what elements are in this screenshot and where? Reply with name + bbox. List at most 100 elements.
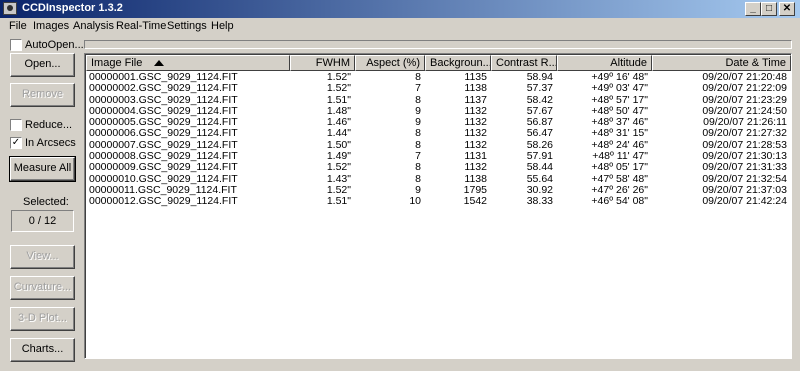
cell-altitude: +48º 50' 47" [591,105,648,117]
cell-contrast: 58.94 [526,72,553,83]
cell-image-file: 00000007.GSC_9029_1124.FIT [89,139,238,151]
cell-fwhm: 1.52" [326,83,351,95]
cell-image-file: 00000011.GSC_9029_1124.FIT [89,184,237,196]
cell-altitude: +48º 57' 17" [591,94,648,106]
cell-aspect: 8 [415,72,421,83]
table-row[interactable]: 00000009.GSC_9029_1124.FIT 1.52" 8 1132 58.4… [86,162,791,173]
curvature-button[interactable]: Curvature... [10,276,75,300]
cell-background: 1131 [464,151,487,163]
cell-contrast: 56.47 [526,128,553,140]
cell-image-file: 00000004.GSC_9029_1124.FIT [89,105,238,117]
cell-contrast: 58.44 [526,162,553,174]
cell-altitude: +48º 31' 15" [591,128,648,140]
menu-images[interactable]: Images [33,20,69,32]
cell-contrast: 57.67 [526,105,553,117]
remove-button[interactable]: Remove [10,83,75,107]
charts-button[interactable]: Charts... [10,338,75,362]
app-window: CCDInspector 1.3.2 _ □ ✕ File Images Ana… [0,0,800,371]
cell-date-time: 09/20/07 21:37:03 [702,184,787,196]
cell-fwhm: 1.44" [326,128,351,140]
column-header-aspect[interactable]: Aspect (%) [355,55,425,71]
cell-contrast: 38.33 [526,196,553,208]
table-row[interactable]: 00000005.GSC_9029_1124.FIT 1.46" 9 1132 56.8… [86,117,791,128]
cell-aspect: 8 [415,128,421,140]
close-button[interactable]: ✕ [779,2,795,16]
cell-contrast: 56.87 [526,117,553,129]
cell-fwhm: 1.48" [326,105,351,117]
cell-aspect: 9 [415,117,421,129]
reduce-checkbox[interactable] [10,119,22,132]
cell-fwhm: 1.46" [326,117,351,129]
cell-aspect: 8 [415,94,421,106]
table-row[interactable]: 00000006.GSC_9029_1124.FIT 1.44" 8 1132 56.4… [86,128,791,139]
image-list[interactable]: Image File FWHM Aspect (%) Backgroun... … [84,53,792,359]
cell-image-file: 00000003.GSC_9029_1124.FIT [89,94,238,106]
column-label: Image File [91,57,143,69]
autoopen-checkbox[interactable] [10,39,22,52]
column-header-altitude[interactable]: Altitude [557,55,652,71]
menu-help[interactable]: Help [211,20,234,32]
cell-altitude: +49º 16' 48" [591,72,648,83]
title-bar[interactable]: CCDInspector 1.3.2 _ □ ✕ [0,0,800,18]
view-button[interactable]: View... [10,245,75,269]
menu-real-time[interactable]: Real-Time [116,20,166,32]
cell-background: 1138 [464,83,487,95]
cell-fwhm: 1.50" [326,139,351,151]
cell-fwhm: 1.52" [326,162,351,174]
cell-altitude: +47º 58' 48" [591,173,648,185]
table-row[interactable]: 00000003.GSC_9029_1124.FIT 1.51" 8 1137 58.4… [86,95,791,106]
measure-all-button[interactable]: Measure All [9,156,76,182]
cell-fwhm: 1.51" [326,94,351,106]
cell-background: 1542 [463,196,487,208]
selected-label: Selected: [23,196,69,208]
menu-settings[interactable]: Settings [167,20,207,32]
cell-background: 1138 [464,173,487,185]
cell-date-time: 09/20/07 21:26:11 [703,117,787,129]
column-header-contrast[interactable]: Contrast R... [491,55,557,71]
list-rows: 00000001.GSC_9029_1124.FIT 1.52" 8 1135 58.9… [86,72,791,208]
table-row[interactable]: 00000010.GSC_9029_1124.FIT 1.43" 8 1138 55.6… [86,174,791,185]
cell-background: 1132 [464,139,487,151]
cell-background: 1795 [463,184,487,196]
cell-altitude: +48º 05' 17" [591,162,648,174]
column-header-date-time[interactable]: Date & Time [652,55,791,71]
cell-image-file: 00000006.GSC_9029_1124.FIT [89,128,238,140]
open-button[interactable]: Open... [10,53,75,77]
arcsecs-option[interactable]: ✓ In Arcsecs [10,137,76,150]
cell-image-file: 00000012.GSC_9029_1124.FIT [89,196,238,208]
cell-date-time: 09/20/07 21:42:24 [702,196,787,208]
minimize-button[interactable]: _ [745,2,761,16]
menu-file[interactable]: File [9,20,27,32]
cell-date-time: 09/20/07 21:27:32 [702,128,787,140]
selected-count: 0 / 12 [11,210,74,232]
table-row[interactable]: 00000001.GSC_9029_1124.FIT 1.52" 8 1135 58.9… [86,72,791,83]
cell-aspect: 9 [415,105,421,117]
cell-background: 1135 [464,72,487,83]
menu-analysis[interactable]: Analysis [73,20,114,32]
cell-aspect: 8 [415,139,421,151]
cell-altitude: +49º 03' 47" [591,83,648,95]
arcsecs-checkbox[interactable]: ✓ [10,137,22,150]
cell-altitude: +46º 54' 08" [591,196,648,208]
table-row[interactable]: 00000011.GSC_9029_1124.FIT 1.52" 9 1795 30.9… [86,185,791,196]
maximize-button[interactable]: □ [761,2,777,16]
app-icon[interactable] [3,2,17,15]
3d-plot-button[interactable]: 3-D Plot... [10,307,75,331]
table-row[interactable]: 00000004.GSC_9029_1124.FIT 1.48" 9 1132 57.6… [86,106,791,117]
cell-background: 1132 [464,117,487,129]
table-row[interactable]: 00000007.GSC_9029_1124.FIT 1.50" 8 1132 58.2… [86,140,791,151]
table-row[interactable]: 00000008.GSC_9029_1124.FIT 1.49" 7 1131 57.9… [86,151,791,162]
cell-date-time: 09/20/07 21:23:29 [702,94,787,106]
column-header-background[interactable]: Backgroun... [425,55,491,71]
autoopen-row[interactable]: AutoOpen... [10,39,84,52]
table-row[interactable]: 00000012.GSC_9029_1124.FIT 1.51" 10 1542 38.… [86,196,791,207]
reduce-option[interactable]: Reduce... [10,119,72,132]
cell-fwhm: 1.52" [326,184,351,196]
column-header-image-file[interactable]: Image File [86,55,290,71]
cell-altitude: +47º 26' 26" [591,184,648,196]
table-row[interactable]: 00000002.GSC_9029_1124.FIT 1.52" 7 1138 57.3… [86,83,791,94]
cell-date-time: 09/20/07 21:20:48 [702,72,787,83]
cell-aspect: 7 [415,83,421,95]
cell-background: 1132 [464,128,487,140]
column-header-fwhm[interactable]: FWHM [290,55,355,71]
